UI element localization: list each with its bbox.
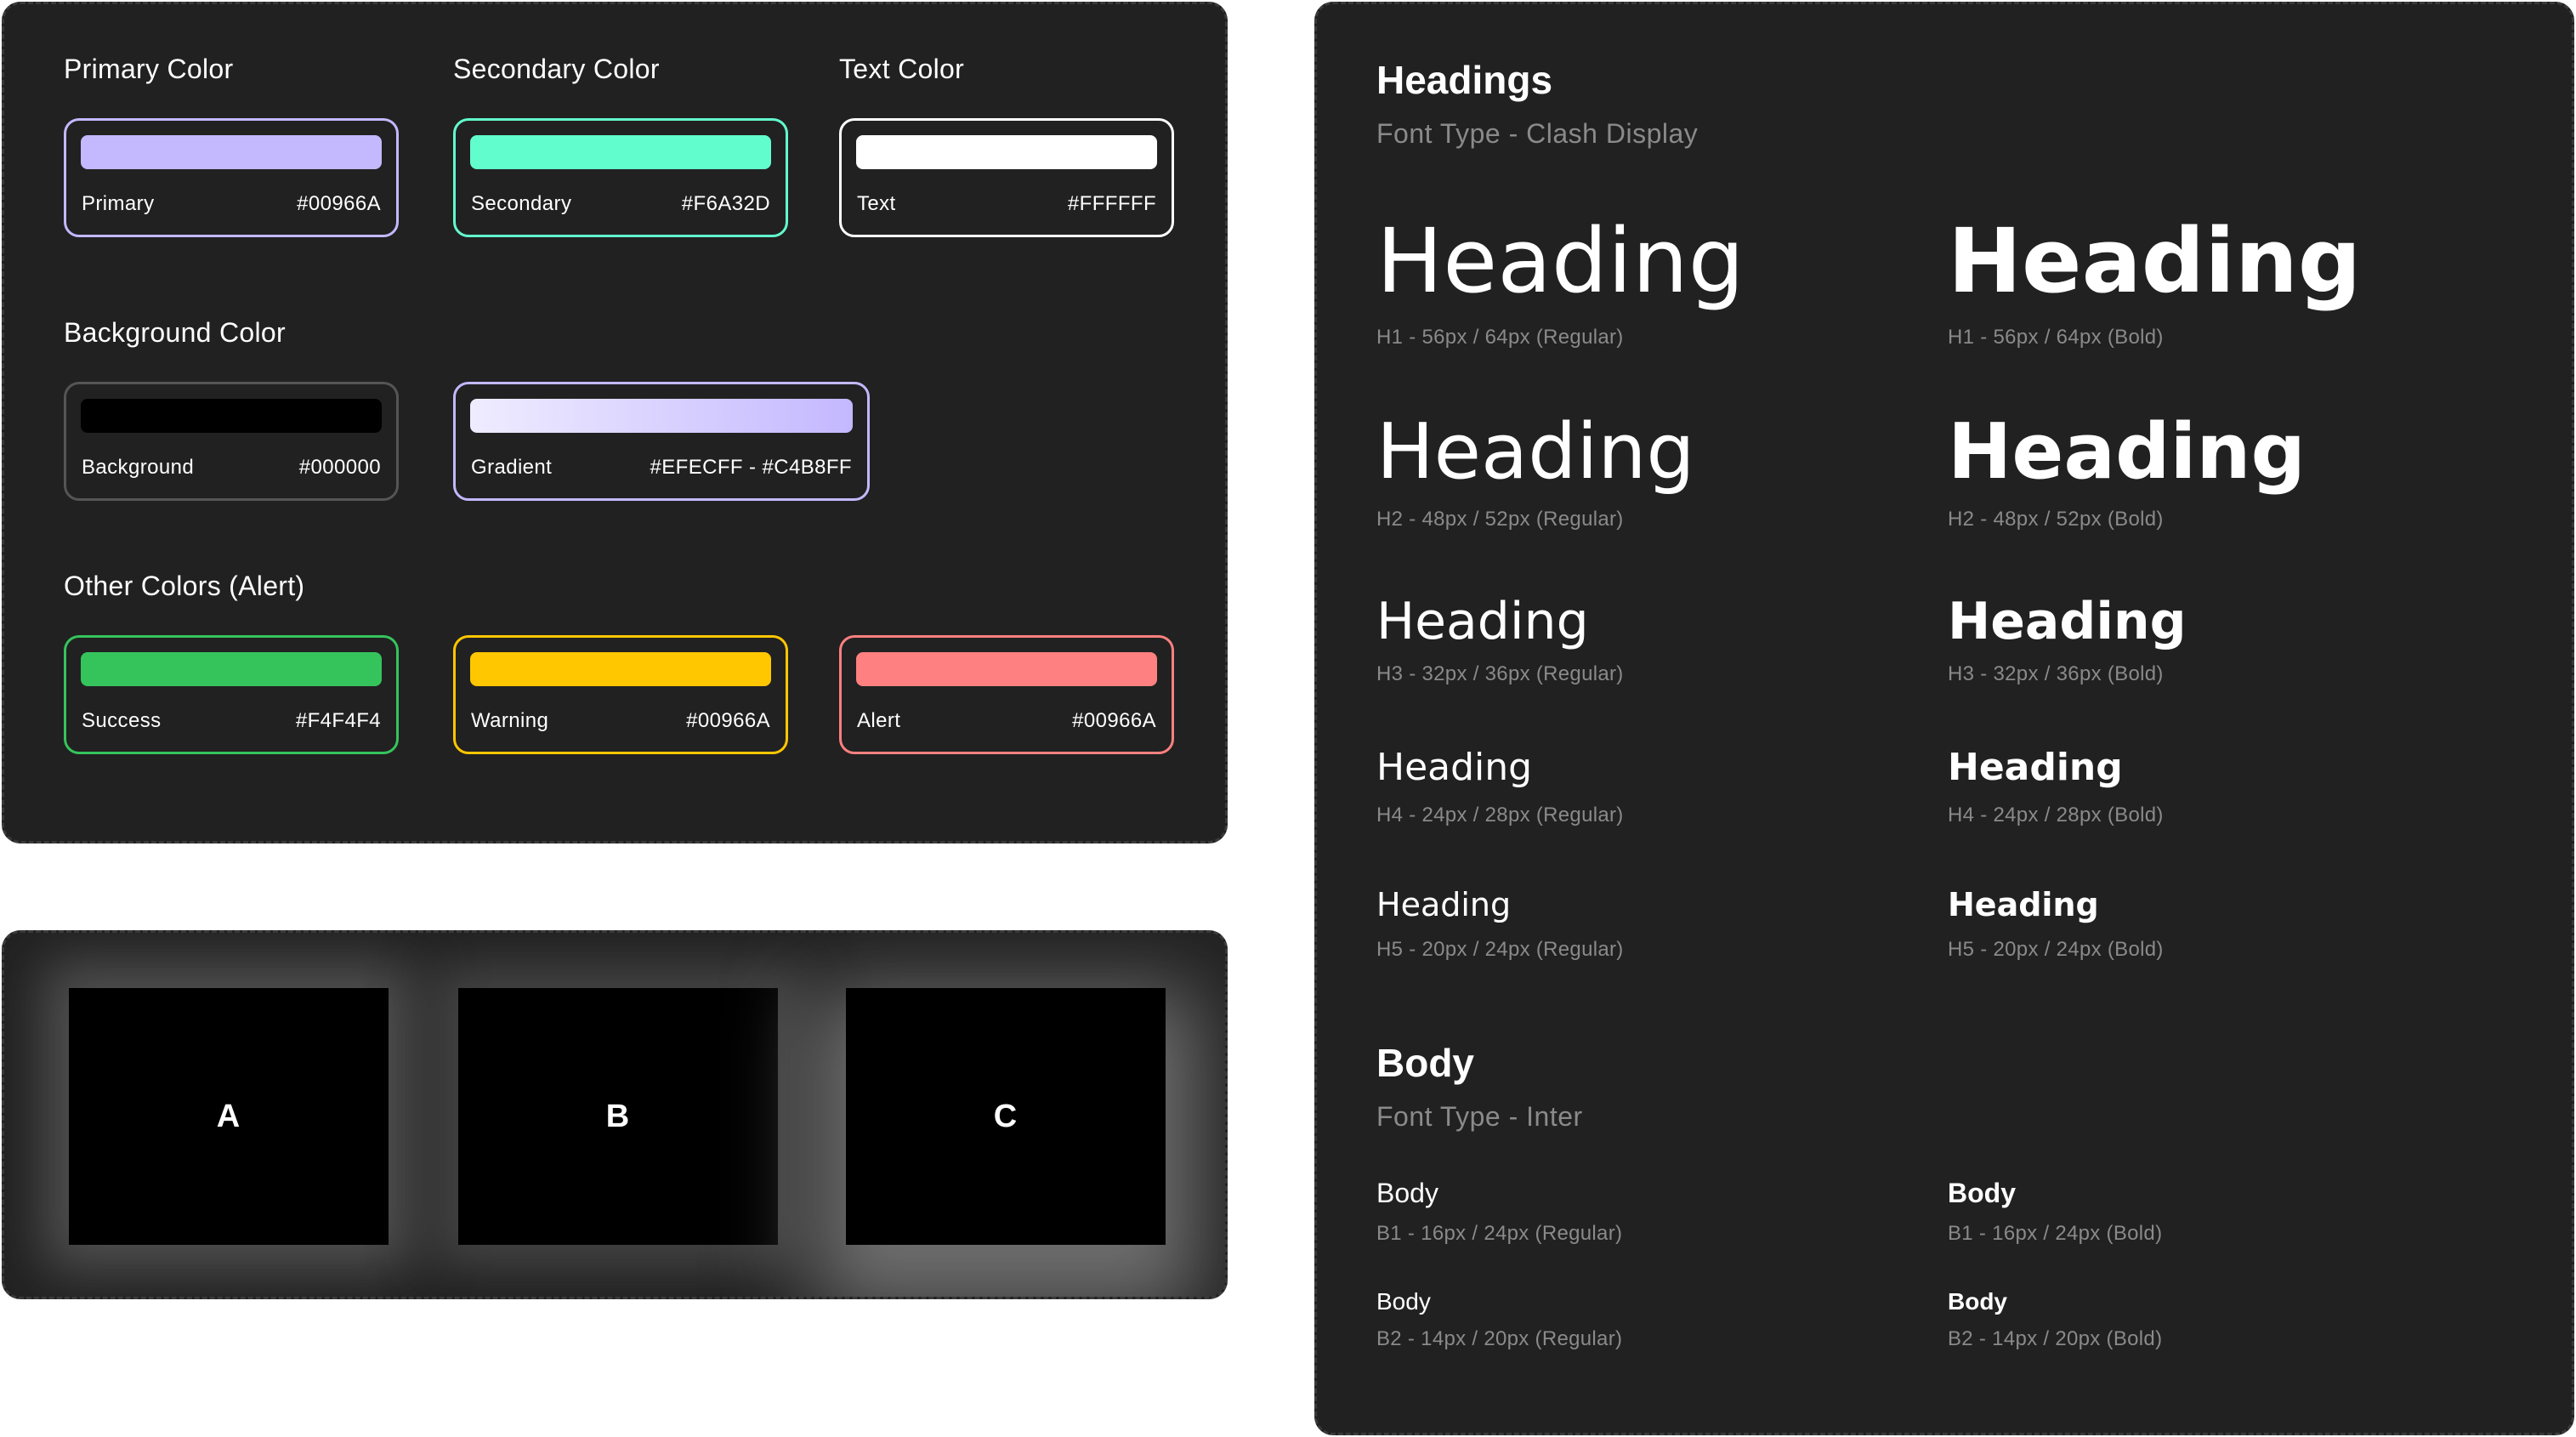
h1-regular-sample: Heading [1376, 209, 1745, 313]
background-swatch[interactable]: Background #000000 [64, 382, 399, 501]
warning-swatch-hex: #00966A [686, 709, 770, 732]
success-swatch-name: Success [82, 709, 162, 732]
h5-regular-spec: H5 - 20px / 24px (Regular) [1376, 938, 1624, 961]
warning-color-bar [470, 652, 771, 686]
shadow-card-label: C [993, 1098, 1018, 1134]
text-color-bar [856, 135, 1157, 169]
alert-swatch[interactable]: Alert #00966A [839, 635, 1174, 754]
shadow-card-c[interactable]: C [846, 988, 1166, 1245]
h5-bold-spec: H5 - 20px / 24px (Bold) [1948, 938, 2164, 961]
alert-swatch-name: Alert [857, 709, 901, 732]
h5-bold-sample: Heading [1948, 886, 2099, 923]
background-color-bar [81, 399, 382, 433]
b2-regular-spec: B2 - 14px / 20px (Regular) [1376, 1327, 1623, 1350]
secondary-swatch-name: Secondary [471, 192, 572, 215]
h5-regular-sample: Heading [1376, 886, 1512, 923]
secondary-swatch-hex: #F6A32D [681, 192, 770, 215]
h3-regular-spec: H3 - 32px / 36px (Regular) [1376, 662, 1624, 685]
shadow-examples-panel: A B C [2, 930, 1228, 1299]
shadow-card-label: B [605, 1098, 631, 1134]
gradient-color-bar [470, 399, 853, 433]
shadow-card-a[interactable]: A [69, 988, 389, 1245]
gradient-swatch-name: Gradient [471, 456, 553, 479]
h1-bold-spec: H1 - 56px / 64px (Bold) [1948, 326, 2164, 349]
b1-regular-spec: B1 - 16px / 24px (Regular) [1376, 1222, 1623, 1245]
warning-swatch[interactable]: Warning #00966A [453, 635, 788, 754]
secondary-color-title: Secondary Color [453, 54, 660, 84]
other-colors-title: Other Colors (Alert) [64, 571, 305, 601]
background-swatch-name: Background [82, 456, 195, 479]
b1-bold-sample: Body [1948, 1178, 2016, 1208]
success-swatch[interactable]: Success #F4F4F4 [64, 635, 399, 754]
shadow-card-b[interactable]: B [458, 988, 778, 1245]
text-swatch-hex: #FFFFFF [1067, 192, 1156, 215]
success-color-bar [81, 652, 382, 686]
text-swatch[interactable]: Text #FFFFFF [839, 118, 1174, 237]
text-swatch-name: Text [857, 192, 896, 215]
primary-color-bar [81, 135, 382, 169]
h4-bold-sample: Heading [1948, 746, 2123, 789]
h4-bold-spec: H4 - 24px / 28px (Bold) [1948, 804, 2164, 826]
b2-bold-spec: B2 - 14px / 20px (Bold) [1948, 1327, 2163, 1350]
primary-swatch-hex: #00966A [297, 192, 381, 215]
gradient-swatch-hex: #EFECFF - #C4B8FF [650, 456, 852, 479]
body-font-type: Font Type - Inter [1376, 1101, 1583, 1132]
b1-bold-spec: B1 - 16px / 24px (Bold) [1948, 1222, 2163, 1245]
shadow-card-label: A [216, 1098, 241, 1134]
b2-regular-sample: Body [1376, 1288, 1431, 1315]
primary-color-title: Primary Color [64, 54, 234, 84]
warning-swatch-name: Warning [471, 709, 549, 732]
gradient-swatch[interactable]: Gradient #EFECFF - #C4B8FF [453, 382, 870, 501]
background-swatch-hex: #000000 [298, 456, 381, 479]
secondary-swatch[interactable]: Secondary #F6A32D [453, 118, 788, 237]
primary-swatch[interactable]: Primary #00966A [64, 118, 399, 237]
alert-color-bar [856, 652, 1157, 686]
alert-swatch-hex: #00966A [1072, 709, 1156, 732]
success-swatch-hex: #F4F4F4 [295, 709, 381, 732]
h3-regular-sample: Heading [1376, 592, 1589, 651]
secondary-color-bar [470, 135, 771, 169]
color-palette-panel: Primary Color Secondary Color Text Color… [2, 2, 1228, 843]
headings-font-type: Font Type - Clash Display [1376, 118, 1699, 149]
background-color-title: Background Color [64, 317, 286, 348]
h1-bold-sample: Heading [1948, 209, 2362, 313]
h3-bold-sample: Heading [1948, 592, 2187, 651]
h2-regular-spec: H2 - 48px / 52px (Regular) [1376, 508, 1624, 531]
primary-swatch-name: Primary [82, 192, 155, 215]
text-color-title: Text Color [839, 54, 965, 84]
headings-title: Headings [1376, 58, 1553, 102]
h2-bold-spec: H2 - 48px / 52px (Bold) [1948, 508, 2164, 531]
h4-regular-spec: H4 - 24px / 28px (Regular) [1376, 804, 1624, 826]
h1-regular-spec: H1 - 56px / 64px (Regular) [1376, 326, 1624, 349]
body-title: Body [1376, 1041, 1474, 1085]
h2-regular-sample: Heading [1376, 407, 1695, 497]
h3-bold-spec: H3 - 32px / 36px (Bold) [1948, 662, 2164, 685]
h2-bold-sample: Heading [1948, 407, 2306, 497]
typography-panel: Headings Font Type - Clash Display Headi… [1314, 2, 2574, 1435]
b1-regular-sample: Body [1376, 1178, 1438, 1208]
b2-bold-sample: Body [1948, 1288, 2007, 1315]
h4-regular-sample: Heading [1376, 746, 1533, 789]
